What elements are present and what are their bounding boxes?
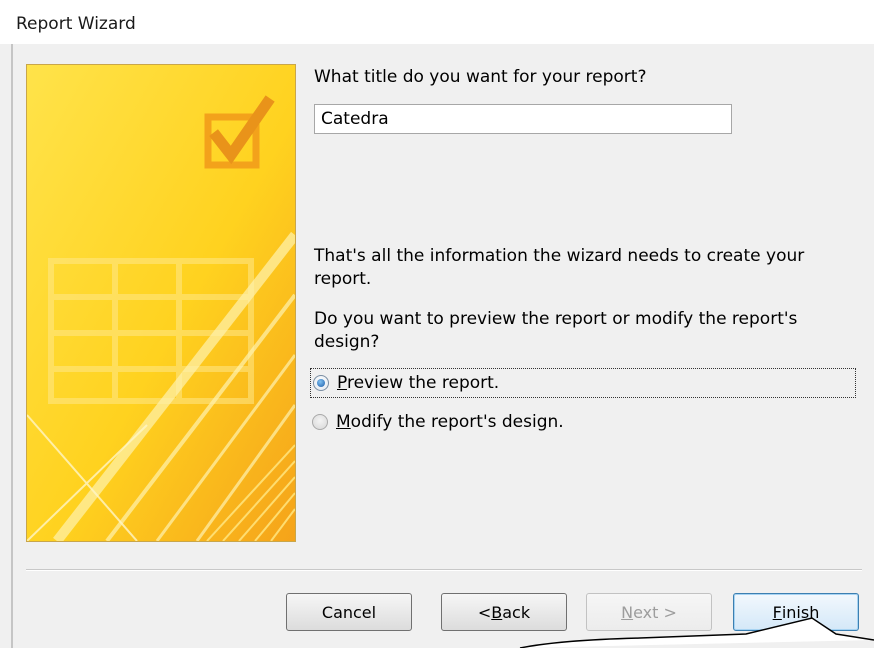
info-text-2: Do you want to preview the report or mod… [314, 308, 797, 354]
preview-radio-button[interactable] [313, 375, 329, 391]
info-line-4: design? [314, 332, 380, 352]
modify-option-label: Modify the report's design. [336, 412, 564, 432]
cancel-button[interactable]: Cancel [286, 593, 412, 631]
wizard-illustration [26, 64, 296, 542]
modify-design-option[interactable]: Modify the report's design. [312, 407, 564, 437]
info-line-3: Do you want to preview the report or mod… [314, 309, 798, 329]
button-separator [26, 569, 862, 571]
back-button[interactable]: < Back [441, 593, 567, 631]
wizard-illustration-art [27, 65, 295, 541]
finish-button[interactable]: Finish [733, 593, 859, 631]
info-text-1: That's all the information the wizard ne… [314, 245, 804, 291]
window-title-bar: Report Wizard [0, 0, 874, 44]
next-button[interactable]: Next > [586, 593, 712, 631]
preview-option-label: Preview the report. [337, 373, 500, 393]
title-prompt: What title do you want for your report? [314, 67, 647, 87]
info-line-1: That's all the information the wizard ne… [314, 246, 805, 266]
info-line-2: report. [314, 269, 372, 289]
modify-radio-button[interactable] [312, 414, 328, 430]
window-title: Report Wizard [16, 14, 136, 34]
preview-report-option[interactable]: Preview the report. [310, 368, 856, 398]
report-title-input[interactable] [314, 104, 732, 134]
report-wizard-dialog: What title do you want for your report? … [0, 44, 874, 648]
